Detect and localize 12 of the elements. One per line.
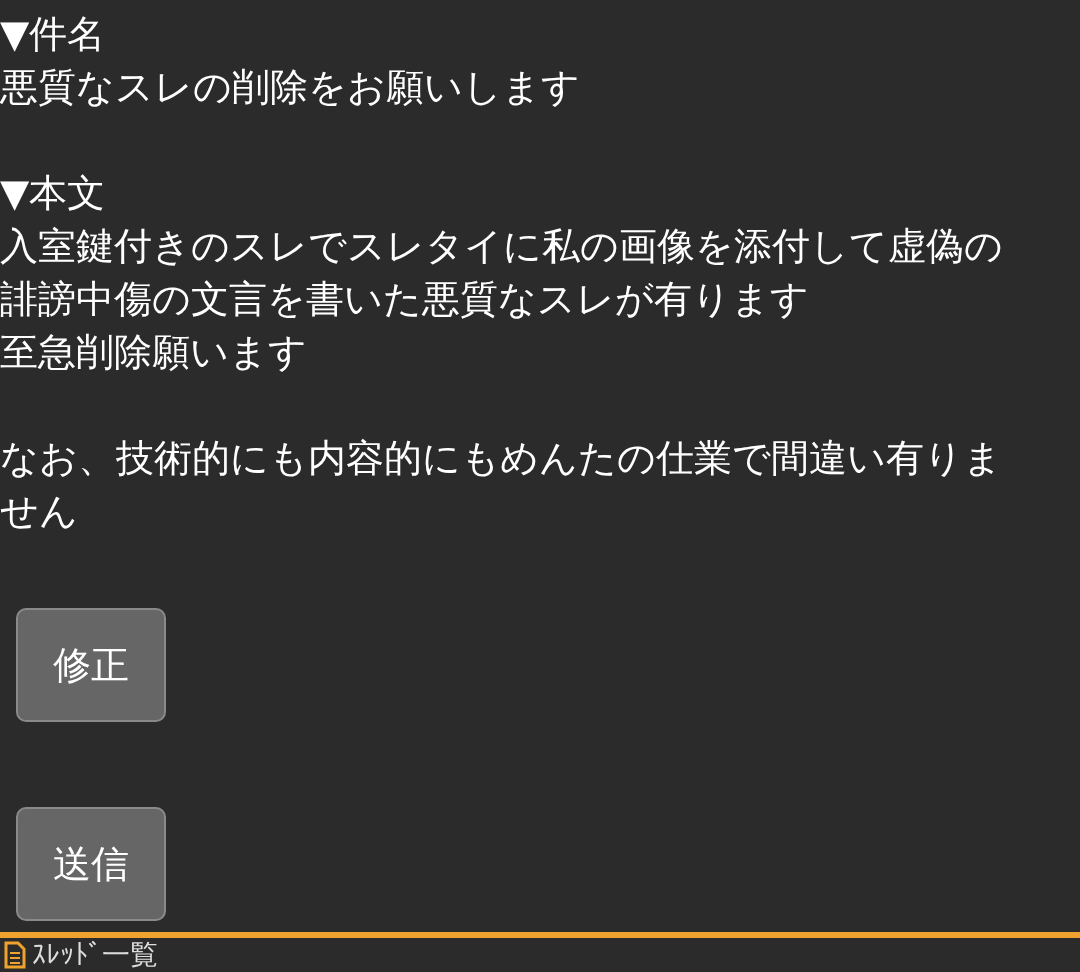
body-text: 誹謗中傷の文言を書いた悪質なスレが有ります (0, 276, 810, 323)
body-text: せん (0, 488, 79, 535)
document-icon (4, 941, 26, 969)
body-text: 悪質なスレの削除をお願いします (0, 64, 581, 111)
body-text: なお、技術的にも内容的にもめんたの仕業で間違い有りま (0, 435, 1003, 482)
form-button[interactable]: 修正 (16, 608, 166, 722)
section-title: ｽﾚｯﾄﾞ一覧 (32, 938, 158, 972)
body-text: 至急削除願います (0, 329, 308, 376)
section-heading: ▼本文 (0, 170, 107, 217)
body-text: 入室鍵付きのスレでスレタイに私の画像を添付して虚偽の (0, 223, 1004, 270)
form-button[interactable]: 送信 (16, 807, 166, 921)
section-heading: ▼件名 (0, 11, 107, 58)
